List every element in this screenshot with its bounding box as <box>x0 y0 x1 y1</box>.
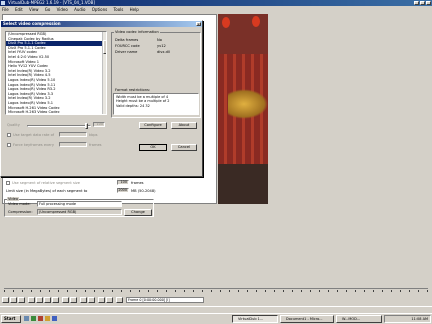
slider-rail <box>27 125 91 127</box>
timeline-ticks <box>4 290 428 292</box>
menu-options[interactable]: Options <box>92 7 107 12</box>
quicklaunch-icon[interactable] <box>52 316 57 321</box>
change-button[interactable]: Change <box>124 209 152 216</box>
video-frame-detail <box>252 16 260 27</box>
video-compression-dialog: Select video compression × (Uncompressed… <box>0 20 203 177</box>
status-bar <box>0 306 432 313</box>
mark-out-icon[interactable] <box>106 297 113 303</box>
menu-go[interactable]: Go <box>45 7 51 12</box>
maximize-button[interactable] <box>420 1 425 5</box>
start-icon[interactable] <box>28 297 35 303</box>
limit-label: Limit size (in MegaBytes) of each segmen… <box>6 189 88 193</box>
dialog-titlebar[interactable]: Select video compression × <box>1 21 202 27</box>
menu-video[interactable]: Video <box>57 7 68 12</box>
segment-field[interactable]: 100 <box>117 180 129 185</box>
force-keyframes-checkbox[interactable] <box>7 143 11 147</box>
codec-item[interactable]: Microsoft H.263 Video Codec <box>6 110 106 114</box>
quality-label: Quality <box>7 123 20 127</box>
force-keyframes-field[interactable] <box>59 142 87 147</box>
video-frame-detail <box>222 17 230 28</box>
quicklaunch-icon[interactable] <box>31 316 36 321</box>
segment-unit: frames <box>131 181 144 185</box>
limit-field[interactable]: 2000 <box>117 188 129 193</box>
codec-list-scrollbar[interactable] <box>102 32 106 114</box>
previous-keyframe-icon[interactable] <box>62 297 69 303</box>
menu-edit[interactable]: Edit <box>15 7 23 12</box>
frame-readout: Frame 0 [0:00:00.000] [I] <box>126 297 204 303</box>
restriction-line: Valid depths: 24 32 <box>116 103 150 108</box>
data-rate-checkbox[interactable] <box>7 133 11 137</box>
force-keyframes-label: Force keyframes every <box>13 143 54 147</box>
marker-icon[interactable] <box>116 297 123 303</box>
quicklaunch-icon[interactable] <box>45 316 50 321</box>
video-mode-label: Video mode: <box>8 202 31 206</box>
output-video-pane <box>218 14 268 204</box>
restrictions-label: Format restrictions: <box>115 88 151 92</box>
restrictions-box: Width must be a multiple of 4 Height mus… <box>113 93 199 115</box>
ok-button[interactable]: OK <box>139 144 167 151</box>
force-keyframes-unit: frames <box>89 143 102 147</box>
app-icon <box>1 1 5 5</box>
segment-checkbox[interactable] <box>6 181 10 185</box>
info-value: yv12 <box>157 44 166 48</box>
next-scene-icon[interactable] <box>88 297 95 303</box>
info-label: Delta frames <box>115 38 139 42</box>
slider-knob[interactable] <box>85 123 88 129</box>
info-label: FOURCC code <box>115 44 140 48</box>
segment-label: Use segment of relative segment size <box>12 181 80 185</box>
next-frame-icon[interactable] <box>44 297 51 303</box>
info-label: Driver name <box>115 50 138 54</box>
next-keyframe-icon[interactable] <box>70 297 77 303</box>
timeline[interactable] <box>0 282 432 296</box>
navigation-toolbar <box>0 296 432 305</box>
end-icon[interactable] <box>52 297 59 303</box>
quicklaunch-icon[interactable] <box>38 316 43 321</box>
previous-frame-icon[interactable] <box>36 297 43 303</box>
cancel-button[interactable]: Cancel <box>171 144 197 151</box>
dialog-close-button[interactable]: × <box>196 22 201 26</box>
codec-info-group-label: Video codec information <box>114 30 160 34</box>
taskbar-task[interactable]: VirtualDub 1... <box>232 315 278 323</box>
codec-list[interactable]: (Uncompressed RGB) Cinepak Codec by Radi… <box>5 31 107 115</box>
compression-label: Compression: <box>8 210 33 214</box>
video-group-label: Video <box>7 197 20 201</box>
configure-button[interactable]: Configure <box>139 122 167 129</box>
mark-in-icon[interactable] <box>98 297 105 303</box>
menu-file[interactable]: File <box>2 7 9 12</box>
timeline-track[interactable] <box>4 288 428 289</box>
menu-view[interactable]: View <box>29 7 39 12</box>
play-input-icon[interactable] <box>10 297 17 303</box>
data-rate-field[interactable] <box>59 132 87 137</box>
quicklaunch-icon[interactable] <box>24 316 29 321</box>
quality-slider[interactable] <box>27 123 91 129</box>
system-tray: 11:08 AM <box>384 315 431 323</box>
about-button[interactable]: About <box>171 122 197 129</box>
data-rate-unit: kbps <box>89 133 98 137</box>
dialog-title: Select video compression <box>3 21 61 26</box>
compression-display: (Uncompressed RGB) <box>37 209 122 215</box>
video-frame-floor <box>218 164 268 204</box>
video-frame-dragon <box>228 89 268 119</box>
video-mode-select[interactable]: Full processing mode <box>37 201 122 207</box>
menu-tools[interactable]: Tools <box>114 7 124 12</box>
menu-audio[interactable]: Audio <box>74 7 85 12</box>
stop-icon[interactable] <box>2 297 9 303</box>
taskbar-task[interactable]: W...MOD... <box>336 315 382 323</box>
info-value: divx.dll <box>157 50 170 54</box>
taskbar-task[interactable]: Document1 - Micro... <box>280 315 334 323</box>
previous-scene-icon[interactable] <box>80 297 87 303</box>
menu-help[interactable]: Help <box>130 7 139 12</box>
app-title: VirtualDub-MPEG2 1.6.19 - [VTS_04_1.VOB] <box>8 0 95 5</box>
minimize-button[interactable] <box>414 1 419 5</box>
start-button[interactable]: Start <box>1 315 21 323</box>
info-value: No <box>157 38 162 42</box>
data-rate-label: Use target data rate of <box>13 133 55 137</box>
scrollbar-thumb[interactable] <box>103 40 106 54</box>
menu-bar: File Edit View Go Video Audio Options To… <box>0 6 432 13</box>
limit-unit: MB (50-2048) <box>131 189 156 193</box>
quality-field[interactable]: 100 <box>93 122 105 127</box>
close-button[interactable] <box>426 1 431 5</box>
clock[interactable]: 11:08 AM <box>411 317 428 321</box>
play-output-icon[interactable] <box>18 297 25 303</box>
